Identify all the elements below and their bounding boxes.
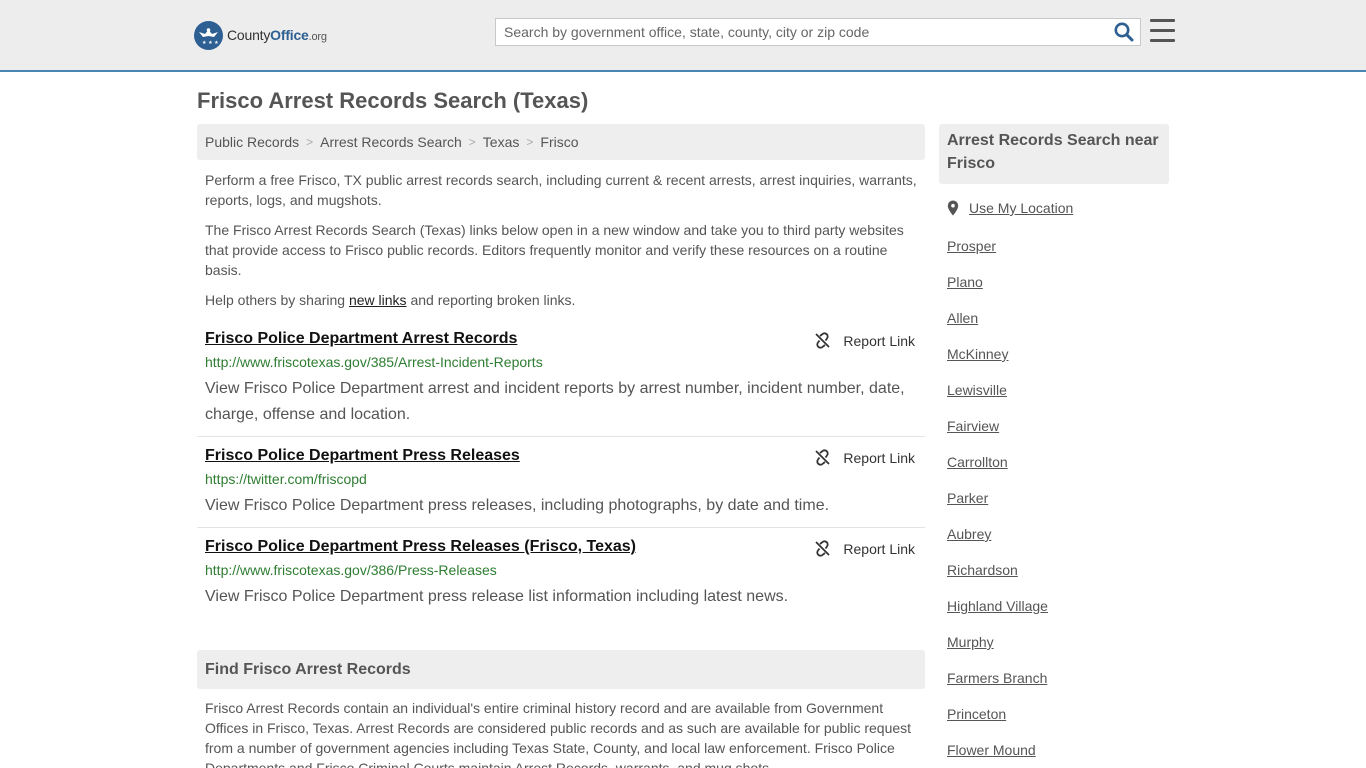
city-link-richardson[interactable]: Richardson bbox=[947, 562, 1018, 578]
share-paragraph: Help others by sharing new links and rep… bbox=[205, 292, 576, 308]
list-item: Princeton bbox=[947, 704, 1048, 740]
breadcrumb-public-records[interactable]: Public Records bbox=[205, 134, 299, 150]
svg-text:★ ★ ★: ★ ★ ★ bbox=[202, 40, 219, 46]
list-item: Prosper bbox=[947, 236, 1048, 272]
city-link-mckinney[interactable]: McKinney bbox=[947, 346, 1008, 362]
list-item: Allen bbox=[947, 308, 1048, 344]
list-item: Highland Village bbox=[947, 596, 1048, 632]
city-link-princeton[interactable]: Princeton bbox=[947, 706, 1006, 722]
list-item: Farmers Branch bbox=[947, 668, 1048, 704]
report-link-button[interactable]: Report Link bbox=[814, 449, 915, 466]
list-item: Parker bbox=[947, 488, 1048, 524]
result-description: View Frisco Police Department press rele… bbox=[205, 588, 789, 605]
result-url: https://twitter.com/friscopd bbox=[205, 471, 367, 487]
breadcrumb-separator-icon: > bbox=[526, 135, 534, 149]
result-description: View Frisco Police Department arrest and… bbox=[205, 380, 905, 423]
list-item: Frisco Police Department Press Releases … bbox=[197, 447, 925, 528]
list-item: Frisco Police Department Press Releases … bbox=[197, 538, 925, 618]
result-title-link[interactable]: Frisco Police Department Press Releases … bbox=[205, 538, 636, 556]
new-links-link[interactable]: new links bbox=[349, 292, 407, 308]
list-item: McKinney bbox=[947, 344, 1048, 380]
report-link-button[interactable]: Report Link bbox=[814, 332, 915, 349]
list-item: Murphy bbox=[947, 632, 1048, 668]
result-url: http://www.friscotexas.gov/385/Arrest-In… bbox=[205, 354, 543, 370]
use-location: Use My Location bbox=[947, 200, 1073, 216]
disclaimer-paragraph: The Frisco Arrest Records Search (Texas)… bbox=[205, 222, 904, 278]
city-link-highland-village[interactable]: Highland Village bbox=[947, 598, 1048, 614]
list-item: Lewisville bbox=[947, 380, 1048, 416]
use-my-location-link[interactable]: Use My Location bbox=[969, 200, 1073, 216]
site-header: ★ ★ ★ CountyOffice.org bbox=[0, 0, 1366, 72]
list-item: Aubrey bbox=[947, 524, 1048, 560]
list-item: Plano bbox=[947, 272, 1048, 308]
breadcrumb-frisco[interactable]: Frisco bbox=[540, 134, 578, 150]
result-description: View Frisco Police Department press rele… bbox=[205, 497, 830, 514]
city-link-plano[interactable]: Plano bbox=[947, 274, 983, 290]
page-title: Frisco Arrest Records Search (Texas) bbox=[197, 88, 589, 113]
result-title-link[interactable]: Frisco Police Department Press Releases bbox=[205, 447, 520, 465]
city-link-carrollton[interactable]: Carrollton bbox=[947, 454, 1008, 470]
city-link-flower-mound[interactable]: Flower Mound bbox=[947, 742, 1036, 758]
broken-link-icon bbox=[815, 332, 831, 349]
city-link-prosper[interactable]: Prosper bbox=[947, 238, 996, 254]
search-box bbox=[495, 18, 1141, 46]
intro-paragraph: Perform a free Frisco, TX public arrest … bbox=[205, 172, 917, 208]
search-icon[interactable] bbox=[1112, 21, 1136, 43]
breadcrumb: Public Records > Arrest Records Search >… bbox=[197, 124, 925, 160]
city-link-parker[interactable]: Parker bbox=[947, 490, 988, 506]
report-link-button[interactable]: Report Link bbox=[814, 540, 915, 557]
result-title-link[interactable]: Frisco Police Department Arrest Records bbox=[205, 330, 517, 348]
eagle-seal-icon: ★ ★ ★ bbox=[194, 20, 223, 50]
list-item: Carrollton bbox=[947, 452, 1048, 488]
list-item: Frisco Police Department Arrest Records … bbox=[197, 330, 925, 437]
list-item: Richardson bbox=[947, 560, 1048, 596]
map-pin-icon bbox=[947, 200, 959, 216]
find-records-body: Frisco Arrest Records contain an individ… bbox=[205, 700, 912, 768]
site-logo[interactable]: ★ ★ ★ CountyOffice.org bbox=[194, 20, 327, 50]
find-records-heading: Find Frisco Arrest Records bbox=[197, 650, 925, 689]
search-input[interactable] bbox=[496, 19, 1096, 45]
nearby-cities-list: Prosper Plano Allen McKinney Lewisville … bbox=[947, 236, 1048, 768]
city-link-lewisville[interactable]: Lewisville bbox=[947, 382, 1007, 398]
list-item: Flower Mound bbox=[947, 740, 1048, 768]
city-link-allen[interactable]: Allen bbox=[947, 310, 978, 326]
city-link-aubrey[interactable]: Aubrey bbox=[947, 526, 991, 542]
city-link-fairview[interactable]: Fairview bbox=[947, 418, 999, 434]
city-link-farmers-branch[interactable]: Farmers Branch bbox=[947, 670, 1047, 686]
broken-link-icon bbox=[815, 449, 831, 466]
broken-link-icon bbox=[815, 540, 831, 557]
result-url: http://www.friscotexas.gov/386/Press-Rel… bbox=[205, 562, 497, 578]
breadcrumb-texas[interactable]: Texas bbox=[483, 134, 520, 150]
city-link-murphy[interactable]: Murphy bbox=[947, 634, 994, 650]
breadcrumb-separator-icon: > bbox=[468, 135, 476, 149]
breadcrumb-arrest-records-search[interactable]: Arrest Records Search bbox=[320, 134, 462, 150]
breadcrumb-separator-icon: > bbox=[306, 135, 314, 149]
list-item: Fairview bbox=[947, 416, 1048, 452]
sidebar-heading: Arrest Records Search near Frisco bbox=[939, 124, 1169, 184]
hamburger-menu-icon[interactable] bbox=[1150, 19, 1175, 42]
logo-text: CountyOffice.org bbox=[227, 27, 327, 43]
